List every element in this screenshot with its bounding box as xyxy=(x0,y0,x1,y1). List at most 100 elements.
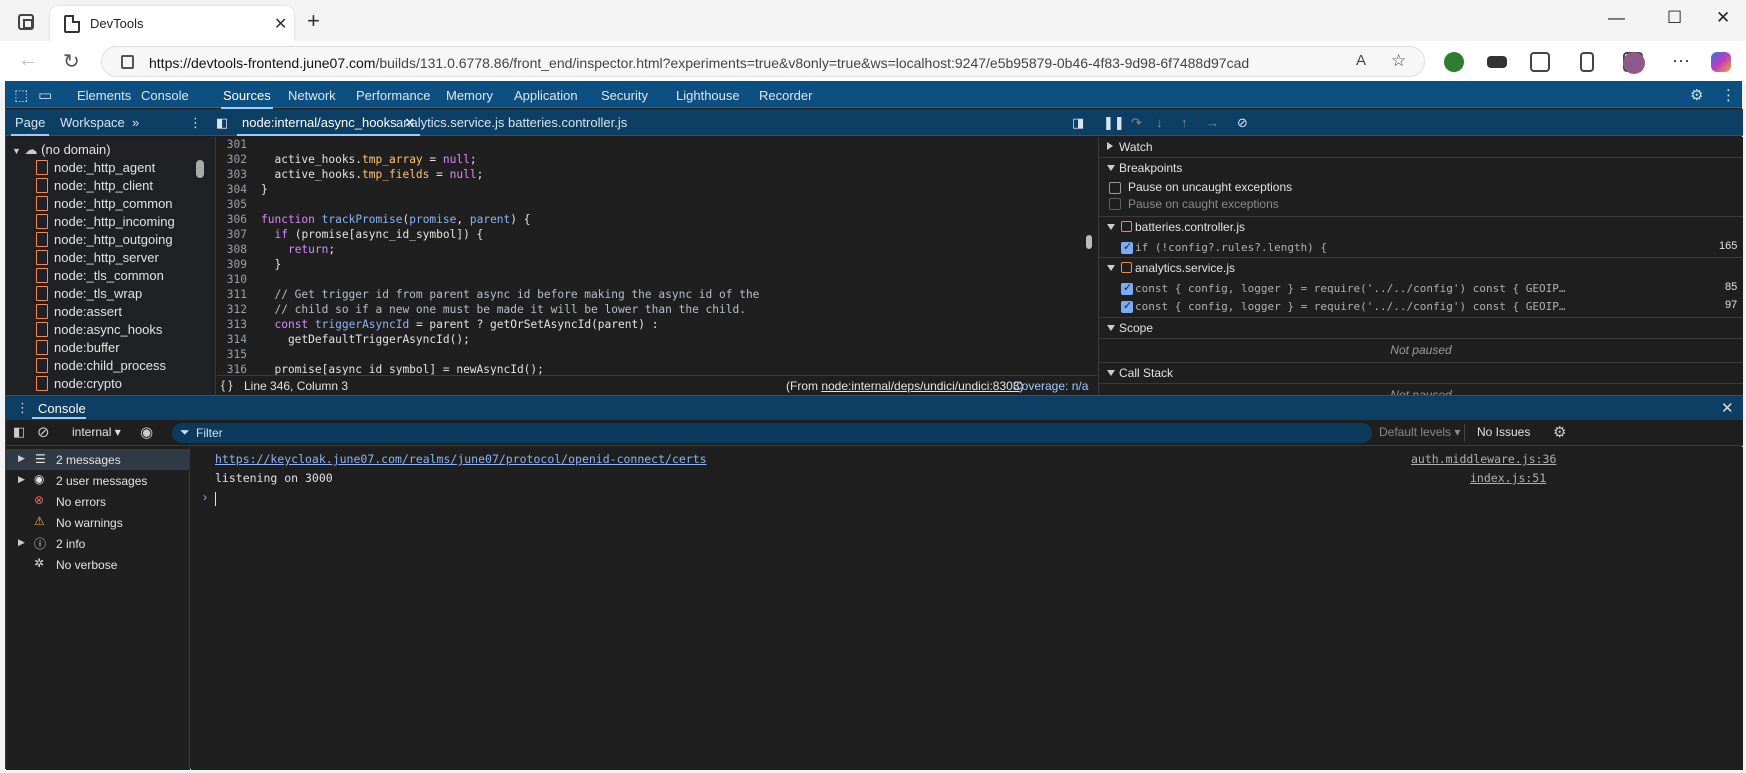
devtools-more-icon[interactable]: ⋮ xyxy=(1721,86,1736,104)
url-text[interactable]: https://devtools-frontend.june07.com/bui… xyxy=(149,55,1249,71)
toggle-debugger-icon[interactable]: ◨ xyxy=(1072,115,1084,131)
maximize-icon[interactable]: ☐ xyxy=(1667,8,1682,28)
profile-avatar[interactable] xyxy=(1623,52,1645,74)
breakpoint-code[interactable]: const { config, logger } = require('../.… xyxy=(1135,282,1565,295)
read-aloud-icon[interactable]: A xyxy=(1356,52,1366,69)
favorite-star-icon[interactable]: ☆ xyxy=(1391,51,1406,71)
extensions-icon[interactable] xyxy=(1530,52,1550,72)
extension-dark-icon[interactable] xyxy=(1487,56,1507,68)
tree-item[interactable]: node:_tls_common xyxy=(36,268,164,286)
tab-console[interactable]: Console xyxy=(141,88,189,103)
sidebar-item-verbose[interactable]: ✲ No verbose xyxy=(6,554,190,575)
watch-section[interactable]: Watch xyxy=(1099,137,1743,157)
issues-counter[interactable]: No Issues xyxy=(1477,425,1530,439)
breakpoint-checkbox[interactable] xyxy=(1121,281,1133,295)
console-drawer-tab[interactable]: Console xyxy=(38,401,86,416)
tree-item[interactable]: node:_http_agent xyxy=(36,160,155,178)
close-window-icon[interactable]: ✕ xyxy=(1716,8,1730,28)
breakpoint-code[interactable]: if (!config?.rules?.length) { xyxy=(1135,241,1327,254)
tree-item[interactable]: node:_http_common xyxy=(36,196,173,214)
tab-memory[interactable]: Memory xyxy=(446,88,493,103)
extension-green-icon[interactable] xyxy=(1444,52,1464,72)
sidebar-item-user-messages[interactable]: ▶ ◉ 2 user messages xyxy=(6,470,190,491)
code-editor[interactable]: 301 302 active_hooks.tmp_array = null; 3… xyxy=(217,137,1097,375)
url-bar[interactable]: https://devtools-frontend.june07.com/bui… xyxy=(101,46,1425,77)
new-tab-icon[interactable]: + xyxy=(307,8,320,34)
sidebar-item-warnings[interactable]: ⚠ No warnings xyxy=(6,512,190,533)
pause-caught-checkbox[interactable] xyxy=(1109,198,1121,210)
tab-workspace[interactable]: Workspace xyxy=(60,115,125,130)
tree-item[interactable]: node:crypto xyxy=(36,376,122,394)
refresh-icon[interactable]: ↻ xyxy=(63,49,80,74)
sidebar-item-info[interactable]: ▶ ⓘ 2 info xyxy=(6,533,190,554)
tab-sources[interactable]: Sources xyxy=(221,88,273,109)
step-out-icon[interactable]: ↑ xyxy=(1181,115,1188,130)
breakpoints-section[interactable]: Breakpoints xyxy=(1099,157,1743,177)
sidebar-item-messages[interactable]: ▶ ☰ 2 messages xyxy=(6,449,190,470)
more-options-icon[interactable]: ··· xyxy=(1672,50,1690,71)
file-tab-batteries[interactable]: batteries.controller.js xyxy=(508,115,627,130)
source-origin-link[interactable]: node:internal/deps/undici/undici:8303 xyxy=(821,379,1019,393)
tab-security[interactable]: Security xyxy=(601,88,648,103)
pause-icon[interactable]: ❚❚ xyxy=(1103,115,1125,131)
tab-close-icon[interactable]: ✕ xyxy=(274,14,287,34)
log-source-link[interactable]: index.js:51 xyxy=(1470,471,1546,485)
pretty-print-icon[interactable]: { } xyxy=(221,378,232,392)
tab-performance[interactable]: Performance xyxy=(356,88,430,103)
split-screen-icon[interactable] xyxy=(1580,52,1594,72)
inspect-element-icon[interactable]: ⬚ xyxy=(14,86,28,104)
breakpoint-checkbox[interactable] xyxy=(1121,240,1133,254)
tree-item[interactable]: node:assert xyxy=(36,304,122,322)
settings-gear-icon[interactable]: ⚙ xyxy=(1690,86,1703,104)
console-sidebar-toggle-icon[interactable]: ◧ xyxy=(13,424,25,440)
tab-elements[interactable]: Elements xyxy=(77,88,131,103)
site-info-icon[interactable] xyxy=(121,55,134,69)
editor-scrollbar[interactable] xyxy=(1086,235,1092,249)
tab-network[interactable]: Network xyxy=(288,88,336,103)
more-tabs-icon[interactable]: » xyxy=(132,115,139,130)
tab-application[interactable]: Application xyxy=(514,88,578,103)
tree-item[interactable]: node:_tls_wrap xyxy=(36,286,142,304)
log-link[interactable]: https://keycloak.june07.com/realms/june0… xyxy=(215,452,707,466)
deactivate-breakpoints-icon[interactable]: ⊘ xyxy=(1237,115,1248,131)
tree-item[interactable]: node:_http_incoming xyxy=(36,214,175,232)
live-expression-eye-icon[interactable]: ◉ xyxy=(140,423,153,441)
close-drawer-icon[interactable]: ✕ xyxy=(1721,399,1734,417)
scope-section[interactable]: Scope xyxy=(1099,317,1743,337)
tab-lighthouse[interactable]: Lighthouse xyxy=(676,88,740,103)
context-selector[interactable]: internal ▾ xyxy=(72,425,121,439)
bp-group-batteries[interactable]: batteries.controller.js xyxy=(1099,216,1743,236)
log-source-link[interactable]: auth.middleware.js:36 xyxy=(1411,452,1556,466)
coverage-status[interactable]: Coverage: n/a xyxy=(1013,379,1088,393)
pause-uncaught-checkbox[interactable] xyxy=(1109,182,1121,194)
tree-item[interactable]: node:buffer xyxy=(36,340,120,358)
tree-root[interactable]: ▼ ☁ (no domain) xyxy=(12,142,111,158)
back-icon[interactable]: ← xyxy=(18,49,38,72)
console-settings-icon[interactable]: ⚙ xyxy=(1553,423,1566,441)
step-over-icon[interactable]: ↷ xyxy=(1131,115,1142,131)
file-tab-analytics[interactable]: analytics.service.js xyxy=(396,115,504,130)
log-levels-dropdown[interactable]: Default levels ▾ xyxy=(1379,425,1460,439)
copilot-icon[interactable] xyxy=(1711,52,1731,72)
breakpoint-code[interactable]: const { config, logger } = require('../.… xyxy=(1135,300,1565,313)
filter-input[interactable]: ⏷ Filter xyxy=(172,423,1372,443)
step-icon[interactable]: → xyxy=(1206,115,1219,130)
tree-item[interactable]: node:child_process xyxy=(36,358,166,376)
tree-item[interactable]: node:_http_server xyxy=(36,250,159,268)
tree-item[interactable]: node:_http_client xyxy=(36,178,153,196)
navigator-scrollbar[interactable] xyxy=(196,160,204,178)
breakpoint-checkbox[interactable] xyxy=(1121,299,1133,313)
step-into-icon[interactable]: ↓ xyxy=(1156,115,1163,130)
tree-item[interactable]: node:_http_outgoing xyxy=(36,232,173,250)
clear-console-icon[interactable]: ⊘ xyxy=(37,423,50,441)
call-stack-section[interactable]: Call Stack xyxy=(1099,362,1743,382)
workspaces-icon[interactable] xyxy=(18,14,34,30)
device-toolbar-icon[interactable]: ▭ xyxy=(38,86,52,104)
console-prompt-input[interactable] xyxy=(215,492,216,506)
toggle-navigator-icon[interactable]: ◧ xyxy=(216,115,228,131)
bp-group-analytics[interactable]: analytics.service.js xyxy=(1099,257,1743,277)
minimize-icon[interactable]: — xyxy=(1608,8,1625,28)
browser-tab[interactable]: DevTools ✕ xyxy=(50,6,294,41)
tree-item[interactable]: node:async_hooks xyxy=(36,322,162,340)
drawer-menu-icon[interactable]: ⋮ xyxy=(16,400,29,416)
